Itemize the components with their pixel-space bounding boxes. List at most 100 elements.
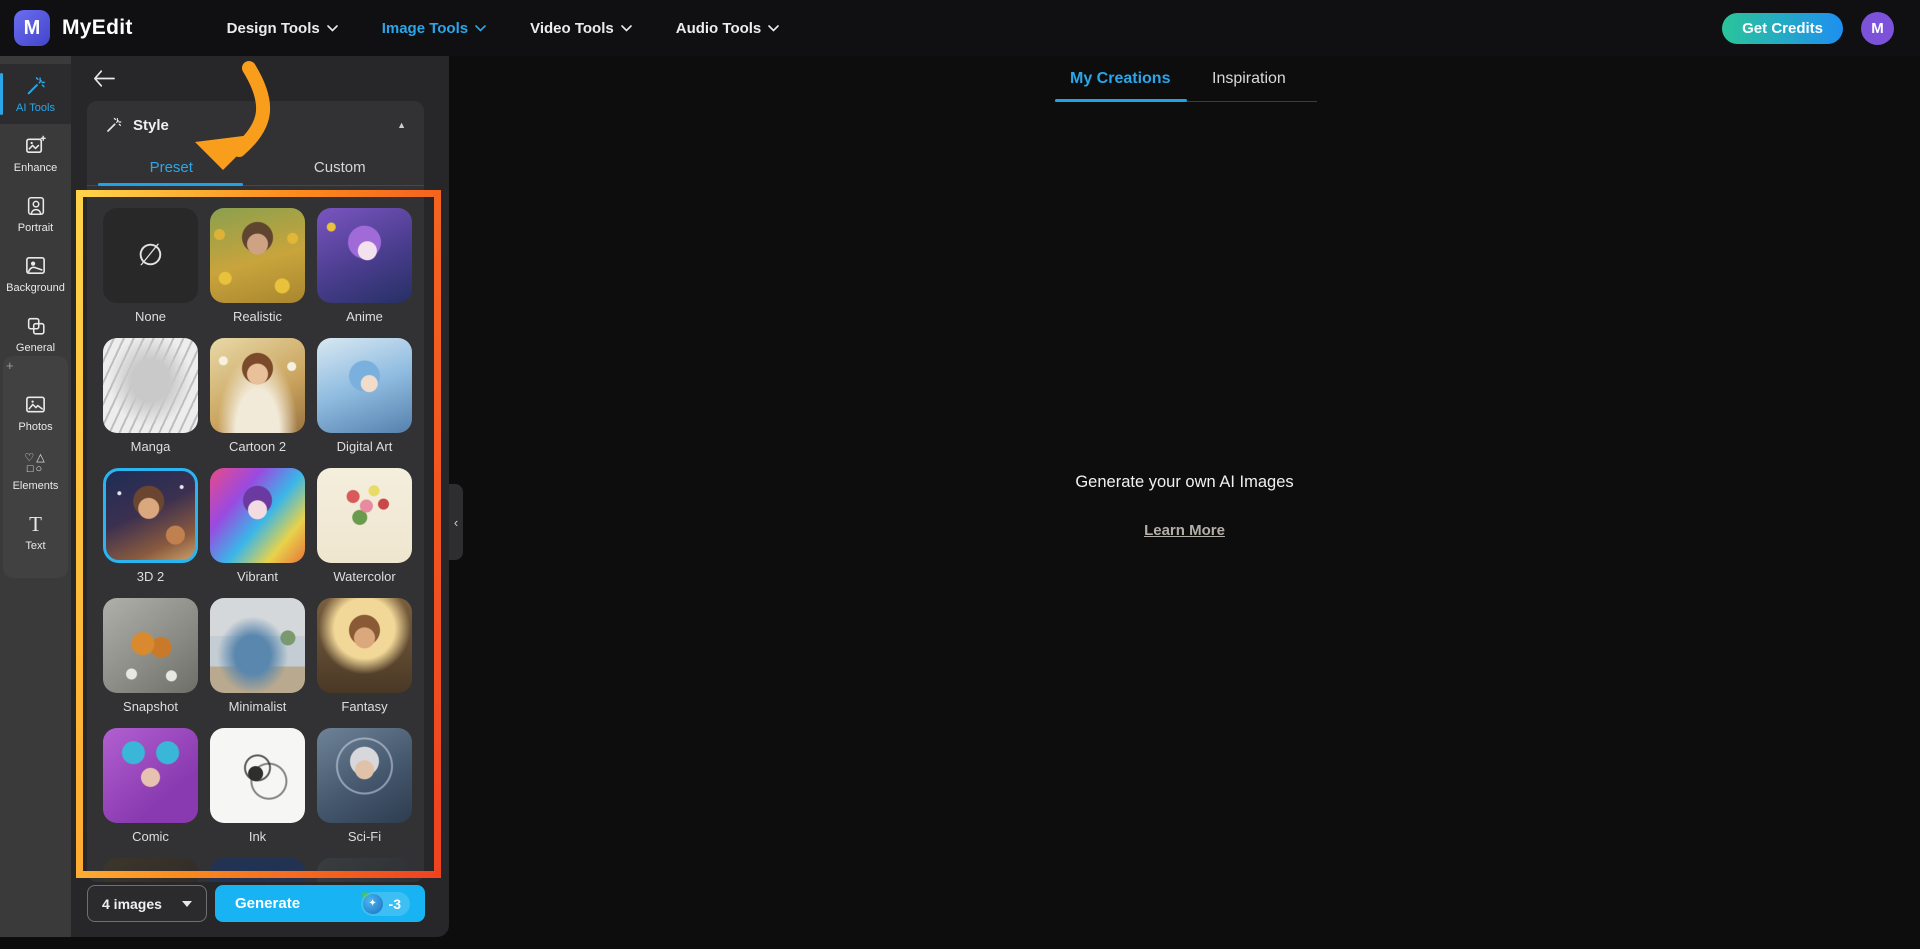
menu-label: Design Tools	[226, 19, 320, 37]
credit-coin-icon: ✦	[361, 891, 383, 914]
shapes-row: □○	[26, 462, 45, 475]
style-preset-digital-art[interactable]: Digital Art	[317, 338, 412, 455]
style-preset-partial[interactable]	[317, 858, 412, 882]
navbar-right: Get Credits M	[1722, 11, 1894, 45]
myedit-logo-icon[interactable]: M	[14, 10, 50, 46]
myedit-app: M MyEdit Design Tools Image Tools Video …	[0, 0, 1920, 949]
preset-label: Vibrant	[237, 569, 278, 584]
menu-video-tools[interactable]: Video Tools	[530, 20, 632, 37]
style-preset-3d-2-selected[interactable]: 3D 2	[103, 468, 198, 585]
preset-thumbnail	[210, 858, 305, 882]
sidebar-item-text[interactable]: T Text	[3, 503, 68, 563]
sidebar-item-ai-tools[interactable]: AI Tools	[0, 64, 71, 124]
tab-inspiration[interactable]: Inspiration	[1212, 70, 1286, 88]
sidebar-item-enhance[interactable]: Enhance	[0, 124, 71, 184]
empty-state-link-row: Learn More	[449, 522, 1920, 540]
menu-label: Video Tools	[530, 19, 614, 37]
preset-label: Realistic	[232, 309, 283, 324]
panel-collapse-handle[interactable]: ‹	[449, 484, 463, 560]
text-icon: T	[29, 512, 42, 536]
ai-image-tool-panel: Style ▲ Preset Custom ∅ None Realistic A	[71, 56, 463, 937]
menu-audio-tools[interactable]: Audio Tools	[676, 20, 780, 37]
sidebar-item-portrait[interactable]: Portrait	[0, 184, 71, 244]
style-preset-sci-fi[interactable]: Sci-Fi	[317, 728, 412, 845]
style-preset-comic[interactable]: Comic	[103, 728, 198, 845]
style-section: Style ▲ Preset Custom ∅ None Realistic A	[87, 101, 424, 882]
style-preset-partial[interactable]	[103, 858, 198, 882]
sidebar-item-label: Background	[6, 282, 65, 294]
sidebar-item-label: AI Tools	[16, 101, 55, 114]
style-preset-ink[interactable]: Ink	[210, 728, 305, 845]
tab-custom[interactable]: Custom	[256, 149, 425, 185]
style-preset-snapshot[interactable]: Snapshot	[103, 598, 198, 715]
style-preset-partial[interactable]	[210, 858, 305, 882]
sidebar-item-label: Enhance	[13, 162, 58, 174]
preset-thumbnail	[103, 858, 198, 882]
collapse-section-icon[interactable]: ▲	[397, 120, 406, 130]
preset-label: None	[134, 309, 167, 324]
preset-label: Manga	[130, 439, 171, 454]
style-wand-icon	[107, 117, 122, 132]
background-image-icon	[26, 257, 45, 274]
sidebar-item-label: Photos	[18, 421, 53, 433]
sidebar-item-photos[interactable]: Photos	[3, 383, 68, 443]
image-sparkle-icon	[26, 135, 46, 154]
nav-menus: Design Tools Image Tools Video Tools Aud…	[227, 20, 780, 37]
menu-label: Audio Tools	[675, 19, 762, 37]
sidebar-item-elements[interactable]: ♡△ □○ Elements	[3, 442, 68, 502]
preset-thumbnail	[317, 468, 412, 563]
style-preset-minimalist[interactable]: Minimalist	[210, 598, 305, 715]
preset-label: 3D 2	[136, 569, 165, 584]
style-preset-manga[interactable]: Manga	[103, 338, 198, 455]
style-preset-realistic[interactable]: Realistic	[210, 208, 305, 325]
preset-label: Snapshot	[123, 699, 178, 714]
generate-label: Generate	[235, 895, 301, 912]
credit-cost-value: -3	[388, 895, 401, 912]
preset-label: Watercolor	[333, 569, 396, 584]
preset-thumbnail	[317, 728, 412, 823]
arrow-left-icon	[94, 69, 115, 87]
style-header: Style ▲	[87, 101, 424, 149]
preset-label: Digital Art	[336, 439, 393, 454]
menu-image-tools[interactable]: Image Tools	[382, 20, 486, 37]
chevron-down-icon	[475, 24, 486, 32]
sidebar-item-label: General	[15, 341, 56, 354]
preset-thumbnail	[317, 208, 412, 303]
sidebar-item-label: Elements	[12, 479, 59, 492]
back-button[interactable]	[89, 64, 119, 92]
image-count-dropdown[interactable]: 4 images	[87, 885, 207, 922]
get-credits-button[interactable]: Get Credits	[1722, 12, 1843, 44]
preset-label: Comic	[132, 829, 169, 844]
logo-initial: M	[23, 16, 41, 39]
preset-thumbnail	[317, 598, 412, 693]
style-preset-anime[interactable]: Anime	[317, 208, 412, 325]
menu-label: Image Tools	[381, 19, 469, 37]
user-avatar[interactable]: M	[1861, 11, 1894, 45]
chevron-down-icon	[326, 24, 338, 32]
image-count-value: 4 images	[102, 895, 162, 912]
preset-thumbnail-selected	[103, 468, 198, 563]
sidebar-item-label: Text	[25, 540, 46, 552]
generate-button[interactable]: Generate ✦ -3	[215, 885, 425, 922]
plus-icon: +	[6, 358, 14, 373]
style-preset-cartoon-2[interactable]: Cartoon 2	[210, 338, 305, 455]
style-preset-watercolor[interactable]: Watercolor	[317, 468, 412, 585]
brand-name[interactable]: MyEdit	[62, 16, 133, 40]
tab-my-creations[interactable]: My Creations	[1070, 70, 1170, 88]
learn-more-link[interactable]: Learn More	[1144, 522, 1225, 539]
left-sidebar: AI Tools Enhance Portrait Background Gen…	[0, 56, 71, 937]
top-navbar: M MyEdit Design Tools Image Tools Video …	[0, 0, 1920, 56]
tab-preset[interactable]: Preset	[87, 149, 256, 186]
preset-thumbnail	[317, 858, 412, 882]
sidebar-item-background[interactable]: Background	[0, 244, 71, 304]
preset-thumbnail	[103, 338, 198, 433]
sidebar-item-general[interactable]: General	[0, 304, 71, 364]
style-preset-none[interactable]: ∅ None	[103, 208, 198, 325]
menu-design-tools[interactable]: Design Tools	[227, 20, 338, 37]
style-preset-vibrant[interactable]: Vibrant	[210, 468, 305, 585]
chevron-down-icon	[620, 24, 632, 32]
style-preset-fantasy[interactable]: Fantasy	[317, 598, 412, 715]
shapes-row: ♡△	[24, 451, 47, 464]
preset-thumbnail	[317, 338, 412, 433]
preset-thumbnail	[210, 208, 305, 303]
